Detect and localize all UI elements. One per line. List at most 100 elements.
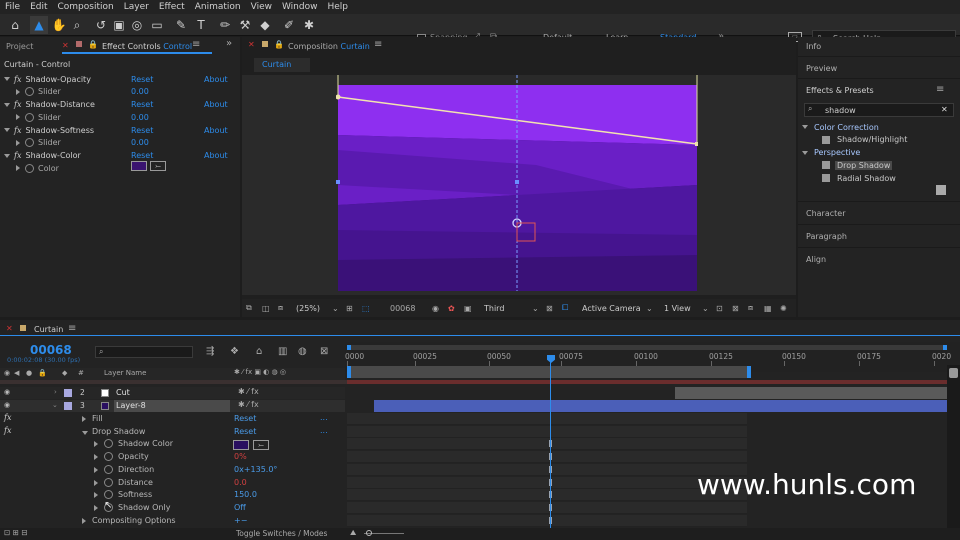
visibility-eye-icon[interactable]: ◉ xyxy=(4,388,10,396)
work-area-end[interactable] xyxy=(747,366,751,378)
fx-icon[interactable]: fx xyxy=(14,126,21,135)
resolution-chevron-icon[interactable]: ⌄ xyxy=(532,304,539,313)
effects-folder[interactable]: Perspective xyxy=(802,147,862,159)
timeline-tab[interactable]: Curtain xyxy=(34,325,63,334)
align-panel-header[interactable]: Align xyxy=(798,247,960,269)
hand-tool-icon[interactable]: ✋ xyxy=(50,16,68,34)
property-row[interactable]: Shadow Only Off xyxy=(0,502,345,514)
effect-about-link[interactable]: About xyxy=(204,100,228,109)
effect-controls-tab[interactable]: Effect Controls Control xyxy=(102,42,192,51)
eye-col-icon[interactable]: ◉ xyxy=(4,369,10,377)
menu-file[interactable]: File xyxy=(0,2,25,12)
collapse-icon[interactable] xyxy=(4,77,10,81)
bbox-handle-mid[interactable] xyxy=(515,180,519,184)
panel-overflow-icon[interactable]: » xyxy=(226,38,232,49)
time-navigator[interactable] xyxy=(347,345,947,350)
property-row[interactable]: Distance 0.0 xyxy=(0,477,345,489)
shadow-color-swatch[interactable] xyxy=(131,161,147,171)
mask-vis-icon[interactable]: ◫ xyxy=(262,304,270,313)
stopwatch-icon[interactable] xyxy=(25,138,34,147)
brush-tool-icon[interactable]: ✏ xyxy=(216,16,234,34)
property-value[interactable]: 150.0 xyxy=(234,490,257,499)
zoom-out-icon[interactable]: ⛰ xyxy=(350,528,356,538)
property-row[interactable]: fx Fill Reset ... xyxy=(0,413,345,425)
timeline-eyedropper-icon[interactable]: ⤚ xyxy=(253,440,269,450)
view-options-icon[interactable]: ⧈ xyxy=(278,303,283,313)
timeline-icon[interactable]: ▦ xyxy=(764,304,772,313)
effect-property-value[interactable]: 0.00 xyxy=(131,138,149,147)
stopwatch-icon[interactable] xyxy=(25,163,34,173)
effects-item[interactable]: Radial Shadow xyxy=(822,172,898,184)
property-track[interactable] xyxy=(347,438,747,451)
property-expand-icon[interactable] xyxy=(94,466,103,475)
property-track[interactable] xyxy=(347,476,747,489)
nav-end-handle[interactable] xyxy=(943,345,947,350)
home-icon[interactable]: ⌂ xyxy=(6,16,24,34)
close-icon[interactable]: ✕ xyxy=(62,41,69,50)
comp-settings-icon[interactable]: ✺ xyxy=(780,304,787,313)
type-tool-icon[interactable]: T xyxy=(192,16,210,34)
layer-expand-icon[interactable]: › xyxy=(54,388,57,396)
menu-view[interactable]: View xyxy=(246,2,277,12)
layer-label-color[interactable] xyxy=(64,402,72,410)
solo-col-icon[interactable]: ● xyxy=(26,369,32,377)
comp-close-icon[interactable]: ✕ xyxy=(248,40,255,49)
folder-expand-icon[interactable] xyxy=(802,150,808,155)
new-bin-icon[interactable] xyxy=(936,185,946,195)
property-expand-icon[interactable] xyxy=(94,440,103,449)
property-expand-icon[interactable] xyxy=(94,479,103,488)
views-select[interactable]: 1 View xyxy=(664,304,691,313)
effects-menu-icon[interactable]: ≡ xyxy=(936,84,944,95)
property-track[interactable] xyxy=(347,463,747,476)
preview-panel-header[interactable]: Preview xyxy=(798,59,960,79)
info-panel-header[interactable]: Info xyxy=(798,37,960,57)
menu-animation[interactable]: Animation xyxy=(190,2,246,12)
comp-sub-tab[interactable]: Curtain xyxy=(254,58,310,72)
fit-icon[interactable]: ⊞ xyxy=(346,304,353,313)
zoom-select[interactable]: (25%) xyxy=(296,304,320,313)
toggle-pixel-icon[interactable]: ⊡ xyxy=(716,304,723,313)
effect-reset-link[interactable]: Reset xyxy=(131,100,153,109)
property-expand-icon[interactable] xyxy=(82,415,91,424)
layer-expand-icon[interactable]: ⌄ xyxy=(52,401,58,409)
property-stopwatch-icon[interactable] xyxy=(104,464,113,474)
folder-expand-icon[interactable] xyxy=(802,125,808,129)
camera-chevron-icon[interactable]: ⌄ xyxy=(646,304,653,313)
always-preview-icon[interactable]: ⧉ xyxy=(246,303,252,313)
menu-effect[interactable]: Effect xyxy=(154,2,190,12)
property-expand-icon[interactable] xyxy=(82,428,92,437)
snapshot-icon[interactable]: ◉ xyxy=(432,304,439,313)
layer-name[interactable]: Layer-8 xyxy=(114,400,230,412)
timeline-menu-icon[interactable]: ≡ xyxy=(68,323,76,334)
switches-header-icons[interactable]: ✱ ⁄ fx ▣ ◐ ◍ ◎ xyxy=(234,368,286,376)
expand-icon[interactable] xyxy=(16,165,20,171)
fx-icon[interactable]: fx xyxy=(14,100,21,109)
effect-shadow-distance[interactable]: fx Shadow-Distance Reset About xyxy=(4,99,236,111)
nav-start-handle[interactable] xyxy=(347,345,351,350)
stopwatch-icon[interactable] xyxy=(25,112,34,122)
toggle-switches-modes[interactable]: Toggle Switches / Modes xyxy=(236,529,327,538)
property-value[interactable]: +− xyxy=(234,516,247,525)
timeline-timecode[interactable]: 00068 xyxy=(30,343,72,357)
expand-icon[interactable] xyxy=(16,139,20,146)
selection-tool-icon[interactable]: ▲ xyxy=(30,16,48,34)
footer-icons[interactable]: ⊡ ⊞ ⊟ xyxy=(4,528,28,537)
property-row[interactable]: Shadow Color xyxy=(0,438,345,450)
comp-mini-flowchart-icon[interactable]: ⇶ xyxy=(206,346,214,357)
effect-about-link[interactable]: About xyxy=(204,151,228,160)
expand-icon[interactable] xyxy=(16,114,20,120)
effect-about-link[interactable]: About xyxy=(204,75,228,84)
effects-item[interactable]: Shadow/Highlight xyxy=(822,134,909,146)
menu-edit[interactable]: Edit xyxy=(25,2,52,12)
layer8-bar[interactable] xyxy=(374,400,947,412)
property-track[interactable] xyxy=(347,501,747,514)
property-expand-icon[interactable] xyxy=(82,517,91,526)
effect-property-value[interactable]: 0.00 xyxy=(131,113,149,122)
effects-search-input[interactable]: ⌕ shadow ✕ xyxy=(804,103,954,117)
property-expand-icon[interactable] xyxy=(94,491,103,500)
roto-brush-icon[interactable]: ✐ xyxy=(280,16,298,34)
graph-editor-icon[interactable]: ⊠ xyxy=(320,346,328,357)
property-row[interactable]: fx Drop Shadow Reset ... xyxy=(0,426,345,438)
frame-blending-icon[interactable]: ▥ xyxy=(278,346,287,357)
clone-stamp-icon[interactable]: ⚒ xyxy=(236,16,254,34)
